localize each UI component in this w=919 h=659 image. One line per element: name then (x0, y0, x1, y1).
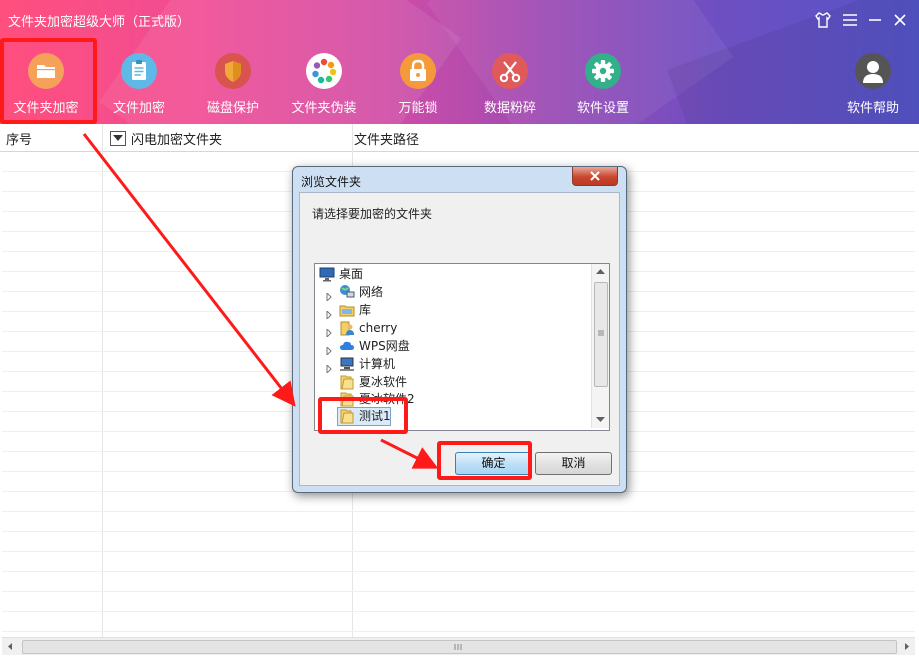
app-window: 文件夹加密超级大师（正式版） 文件夹加密 文件加密 磁盘保护 文件夹伪装 万能锁… (0, 0, 919, 659)
annotation-arrows (82, 133, 439, 469)
